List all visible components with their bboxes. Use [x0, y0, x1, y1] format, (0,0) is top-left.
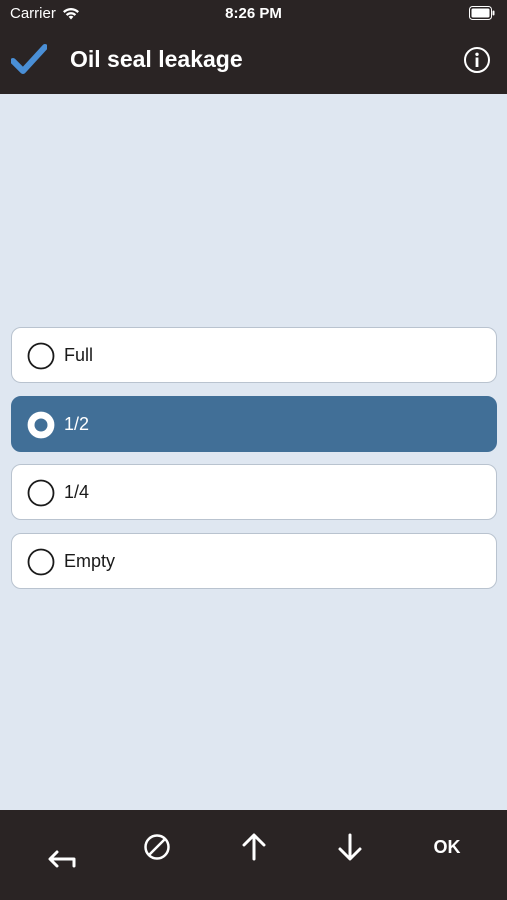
arrow-down-icon [338, 833, 362, 861]
ok-button[interactable]: OK [430, 830, 464, 864]
option-empty[interactable]: Empty [11, 533, 497, 589]
status-time: 8:26 PM [225, 5, 282, 22]
page-title: Oil seal leakage [70, 46, 243, 72]
move-down-button[interactable] [333, 830, 367, 864]
radio-unchecked-icon [27, 342, 55, 370]
move-up-button[interactable] [237, 830, 271, 864]
options-area: Full 1/2 1/4 Empty [0, 94, 507, 810]
option-label: Full [64, 345, 94, 365]
radio-checked-icon [27, 411, 55, 439]
prohibited-icon [144, 834, 170, 860]
return-arrow-button[interactable] [44, 840, 78, 874]
checkmark-icon[interactable] [11, 44, 47, 76]
navigation-bar: Oil seal leakage [0, 28, 507, 94]
bottom-toolbar: OK [0, 810, 507, 900]
return-arrow-icon [48, 850, 76, 868]
radio-unchecked-icon [27, 548, 55, 576]
option-label: 1/2 [64, 414, 90, 434]
option-label: 1/4 [64, 482, 90, 502]
info-icon[interactable] [463, 46, 491, 74]
clear-button[interactable] [140, 830, 174, 864]
option-half[interactable]: 1/2 [11, 396, 497, 452]
option-label: Empty [64, 551, 116, 571]
battery-icon [469, 6, 495, 20]
arrow-up-icon [242, 833, 266, 861]
option-quarter[interactable]: 1/4 [11, 464, 497, 520]
option-full[interactable]: Full [11, 327, 497, 383]
status-bar: Carrier 8:26 PM [0, 0, 507, 28]
radio-unchecked-icon [27, 479, 55, 507]
